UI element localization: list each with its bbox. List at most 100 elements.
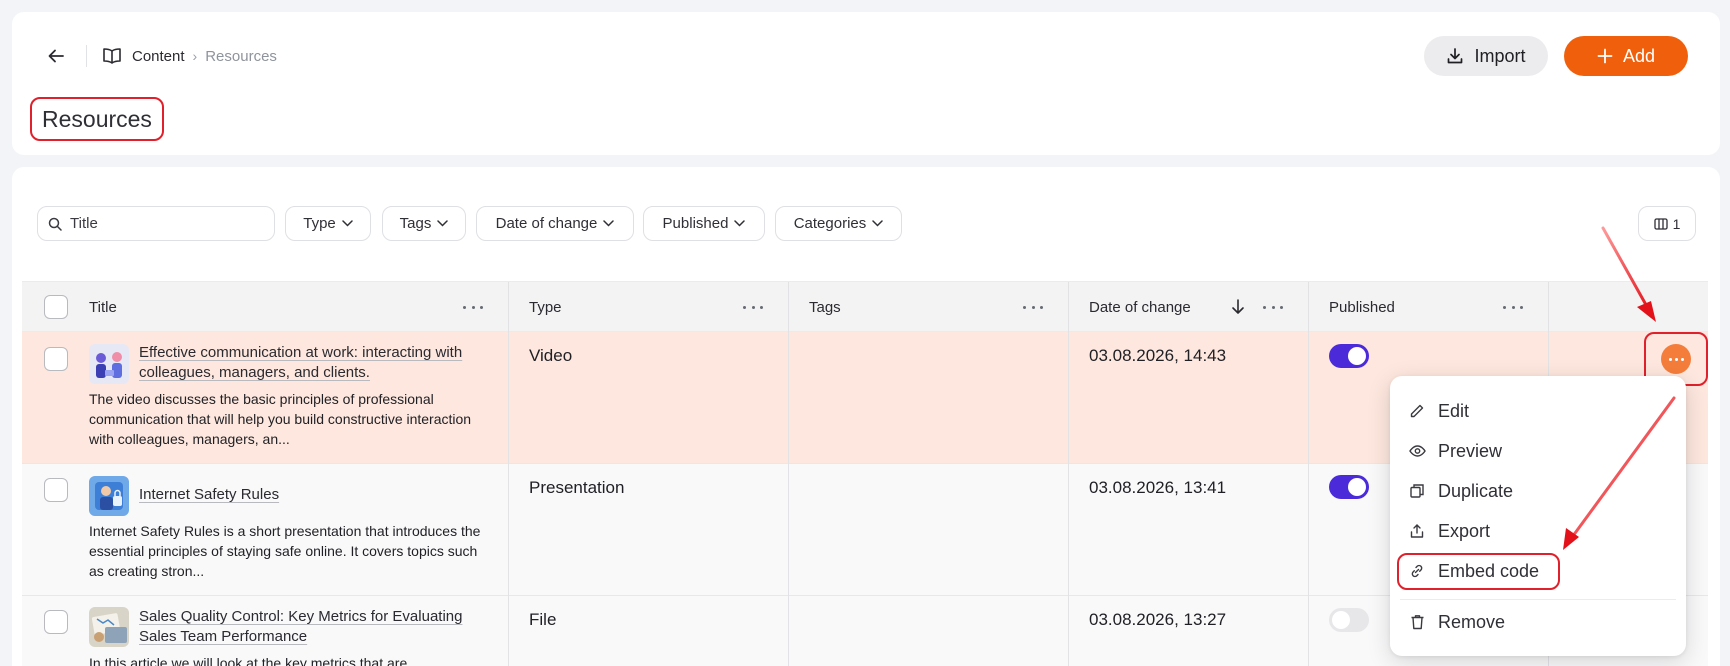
menu-item-label: Edit <box>1438 400 1470 421</box>
column-header-type[interactable]: Type <box>529 282 562 333</box>
more-icon[interactable] <box>743 302 763 312</box>
published-toggle[interactable] <box>1329 344 1369 368</box>
resource-date: 03.08.2026, 14:43 <box>1089 346 1227 365</box>
pencil-icon <box>1408 402 1426 420</box>
column-header-date[interactable]: Date of change <box>1089 282 1191 333</box>
sort-down-icon[interactable] <box>1231 299 1245 315</box>
filter-date-label: Date of change <box>495 215 598 232</box>
resource-title-link[interactable]: Sales Quality Control: Key Metrics for E… <box>139 607 489 647</box>
thumbnail-image <box>89 476 129 516</box>
column-header-published[interactable]: Published <box>1329 282 1395 333</box>
thumbnail-image <box>89 607 129 647</box>
resource-type: Video <box>529 346 573 365</box>
menu-item-label: Remove <box>1438 611 1506 632</box>
select-all-checkbox[interactable] <box>44 295 68 319</box>
resource-title-link[interactable]: Effective communication at work: interac… <box>139 343 489 383</box>
filter-published[interactable]: Published <box>643 206 765 241</box>
add-label: Add <box>1622 45 1656 66</box>
column-separator <box>508 282 509 333</box>
back-button[interactable] <box>44 44 68 68</box>
cell-separator <box>788 596 789 666</box>
menu-item-label: Duplicate <box>1438 480 1514 501</box>
published-toggle[interactable] <box>1329 475 1369 499</box>
cell-separator <box>1068 464 1069 596</box>
column-header-title[interactable]: Title <box>89 282 117 333</box>
search-field[interactable] <box>37 206 275 241</box>
cell-separator <box>788 332 789 464</box>
menu-item-edit[interactable]: Edit <box>1408 396 1469 426</box>
column-separator <box>788 282 789 333</box>
filter-tags[interactable]: Tags <box>382 206 466 241</box>
import-label: Import <box>1474 45 1526 66</box>
published-toggle[interactable] <box>1329 608 1369 632</box>
chevron-down-icon <box>342 220 353 227</box>
header-divider <box>86 45 87 67</box>
menu-item-duplicate[interactable]: Duplicate <box>1408 476 1513 506</box>
row-checkbox[interactable] <box>44 610 68 634</box>
context-menu: Edit Preview Duplicate Export Embed code… <box>1390 376 1686 656</box>
more-icon[interactable] <box>463 302 483 312</box>
import-button[interactable]: Import <box>1424 36 1548 76</box>
menu-item-export[interactable]: Export <box>1408 516 1490 546</box>
page-title: Resources <box>30 97 164 141</box>
cell-separator <box>1308 332 1309 464</box>
download-icon <box>1448 48 1463 64</box>
plus-icon <box>1597 48 1613 64</box>
page-header <box>12 12 1720 155</box>
trash-icon <box>1408 613 1426 631</box>
column-header-tags[interactable]: Tags <box>809 282 841 333</box>
chevron-down-icon <box>734 220 746 227</box>
book-icon <box>103 48 121 64</box>
columns-count: 1 <box>1672 215 1681 232</box>
resource-title-link[interactable]: Internet Safety Rules <box>139 485 489 505</box>
table-header: Title Type Tags Date of change Published <box>22 281 1708 333</box>
menu-item-remove[interactable]: Remove <box>1408 607 1505 637</box>
menu-divider <box>1400 599 1676 600</box>
chevron-down-icon <box>437 220 449 227</box>
filter-categories-label: Categories <box>793 215 867 232</box>
cell-separator <box>508 464 509 596</box>
row-checkbox[interactable] <box>44 478 68 502</box>
breadcrumb-separator: › <box>192 48 198 64</box>
filter-tags-label: Tags <box>399 215 432 232</box>
filter-type-label: Type <box>303 215 336 232</box>
breadcrumb-current: Resources <box>205 47 277 65</box>
filter-date-of-change[interactable]: Date of change <box>476 206 634 241</box>
back-arrow-icon <box>48 49 64 63</box>
add-button[interactable]: Add <box>1564 36 1688 76</box>
cell-separator <box>1308 464 1309 596</box>
eye-icon <box>1408 442 1426 460</box>
more-actions-button[interactable] <box>1661 344 1691 374</box>
more-icon[interactable] <box>1503 302 1523 312</box>
cell-separator <box>788 464 789 596</box>
cell-separator <box>1068 596 1069 666</box>
breadcrumb-content-link[interactable]: Content <box>132 48 185 65</box>
columns-button[interactable]: 1 <box>1638 206 1696 241</box>
search-icon <box>48 217 62 231</box>
menu-item-label: Preview <box>1438 440 1503 461</box>
filter-categories[interactable]: Categories <box>775 206 902 241</box>
more-icon[interactable] <box>1023 302 1043 312</box>
filter-type[interactable]: Type <box>285 206 371 241</box>
column-separator <box>1308 282 1309 333</box>
search-input[interactable] <box>70 215 250 232</box>
embed-code-highlight <box>1397 553 1560 590</box>
cell-separator <box>508 596 509 666</box>
cell-separator <box>508 332 509 464</box>
menu-item-preview[interactable]: Preview <box>1408 436 1502 466</box>
more-icon[interactable] <box>1263 302 1283 312</box>
column-separator <box>1068 282 1069 333</box>
export-icon <box>1408 522 1426 540</box>
resource-type: File <box>529 610 557 629</box>
columns-icon <box>1653 217 1668 230</box>
column-separator <box>1548 282 1549 333</box>
row-checkbox[interactable] <box>44 347 68 371</box>
resource-date: 03.08.2026, 13:27 <box>1089 610 1227 629</box>
resource-description: Internet Safety Rules is a short present… <box>89 523 481 579</box>
resource-date: 03.08.2026, 13:41 <box>1089 478 1227 497</box>
thumbnail-image <box>89 344 129 384</box>
cell-separator <box>1068 332 1069 464</box>
menu-item-label: Export <box>1438 520 1491 541</box>
resource-type: Presentation <box>529 478 625 497</box>
resource-description: In this article we will look at the key … <box>89 655 408 666</box>
